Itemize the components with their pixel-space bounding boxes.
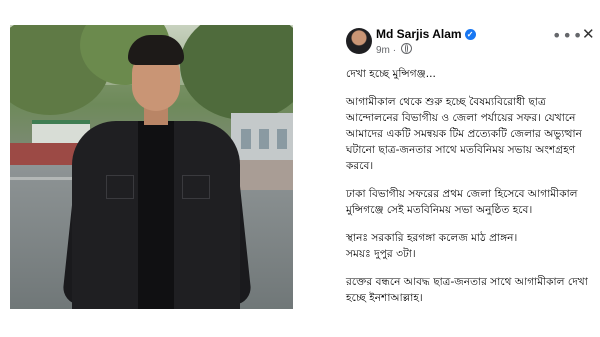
author-name[interactable]: Md Sarjis Alam xyxy=(376,27,462,41)
post-line: ঢাকা বিভাগীয় সফরের প্রথম জেলা হিসেবে আগ… xyxy=(346,188,578,216)
meta-separator: · xyxy=(392,45,397,56)
post-body: দেখা হচ্ছে মুন্সিগঞ্জ... আগামীকাল থেকে শ… xyxy=(346,66,596,312)
post-line: দেখা হচ্ছে মুন্সিগঞ্জ... xyxy=(346,68,436,80)
person xyxy=(10,25,293,309)
close-icon[interactable]: ✕ xyxy=(582,25,595,43)
post-line: রক্তের বন্ধনে আবদ্ধ ছাত্র-জনতার সাথে আগা… xyxy=(346,276,588,304)
verified-badge-icon: ✓ xyxy=(464,29,476,40)
jacket-pocket-left xyxy=(106,175,134,199)
reaction-icons[interactable] xyxy=(346,306,386,312)
profile-photo xyxy=(10,25,293,309)
post-line: স্থানঃ সরকারি হরগঙ্গা কলেজ মাঠ প্রাঙ্গন। xyxy=(346,232,518,244)
post-line: আগামীকাল থেকে শুরু হচ্ছে বৈষম্যবিরোধী ছা… xyxy=(346,96,582,172)
hair xyxy=(128,35,184,65)
globe-icon[interactable] xyxy=(400,43,412,54)
author-avatar[interactable] xyxy=(346,28,372,54)
jacket-pocket-right xyxy=(182,175,210,199)
t-shirt xyxy=(138,121,174,309)
post-line: সময়ঃ দুপুর ৩টা। xyxy=(346,248,416,260)
post-meta: 9m · xyxy=(376,43,412,56)
author-name-row[interactable]: Md Sarjis Alam ✓ xyxy=(376,27,476,41)
post-card: Md Sarjis Alam ✓ 9m · ••• ✕ দেখা হচ্ছে মু… xyxy=(340,22,600,312)
post-time[interactable]: 9m xyxy=(376,45,390,56)
more-horizontal-icon[interactable]: ••• xyxy=(552,26,583,45)
post-header: Md Sarjis Alam ✓ 9m · ••• ✕ xyxy=(340,22,600,60)
